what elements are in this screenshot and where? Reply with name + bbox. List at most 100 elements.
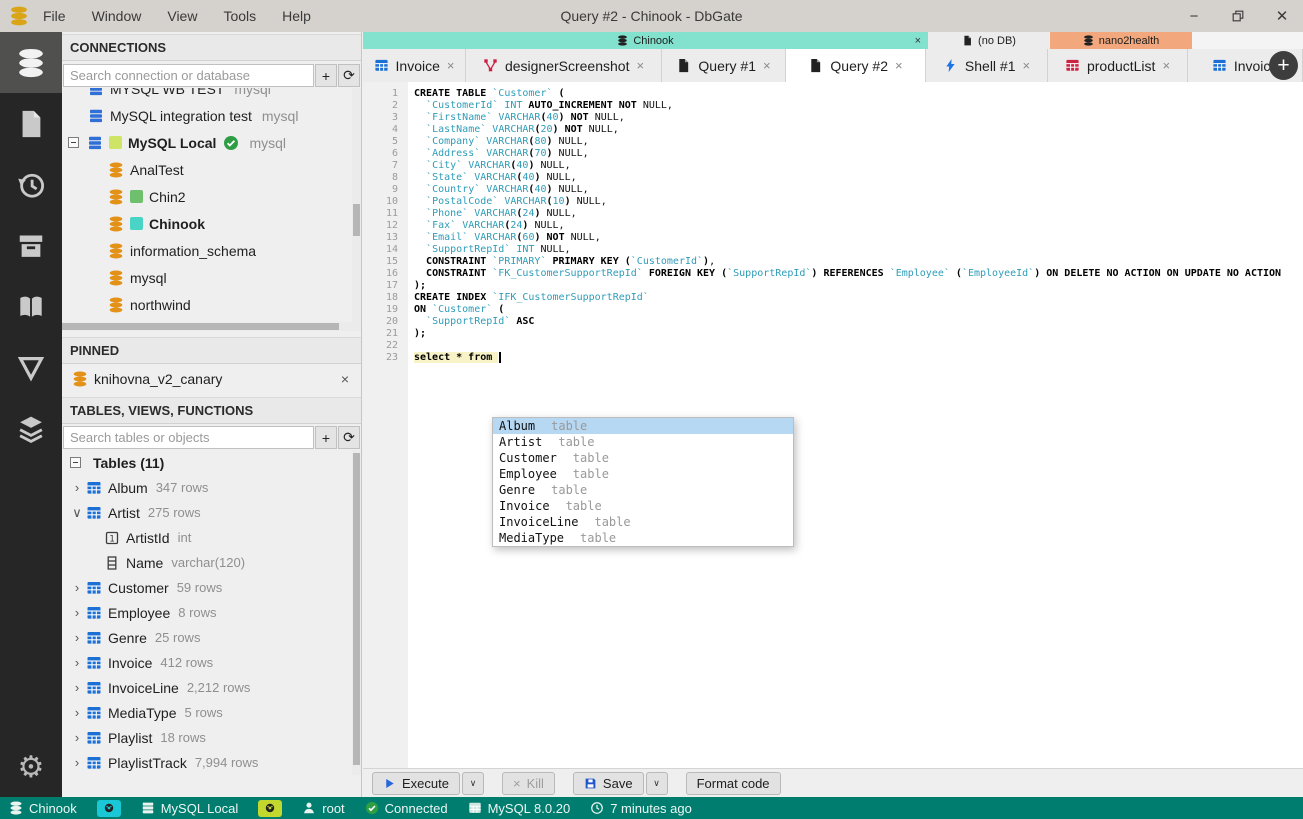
chevron-right-icon[interactable]: › — [70, 655, 84, 670]
connection-color-swatch[interactable] — [258, 799, 283, 817]
menu-view[interactable]: View — [167, 8, 197, 24]
connections-vscrollbar[interactable] — [352, 88, 361, 331]
current-database[interactable]: Chinook — [9, 801, 77, 816]
autocomplete-item[interactable]: InvoiceLine table — [493, 514, 793, 530]
close-tab-icon[interactable]: × — [895, 58, 903, 73]
archive-icon[interactable] — [0, 215, 62, 276]
autocomplete-item[interactable]: Invoice table — [493, 498, 793, 514]
add-connection-button[interactable]: + — [315, 64, 337, 87]
chevron-right-icon[interactable]: › — [70, 630, 84, 645]
tables-vscrollbar[interactable] — [352, 450, 361, 775]
table-item[interactable]: › Customer 59 rows — [62, 575, 352, 600]
chevron-right-icon[interactable]: › — [70, 480, 84, 495]
tab-query-2[interactable]: Query #2 × — [786, 49, 926, 82]
close-tab-icon[interactable]: × — [1023, 58, 1031, 73]
minimize-icon[interactable]: − — [1183, 5, 1205, 27]
connection-item[interactable]: AnalTest — [62, 156, 352, 183]
connection-item[interactable]: mysql — [62, 264, 352, 291]
chevron-right-icon[interactable]: › — [70, 680, 84, 695]
table-item[interactable]: › Invoice 412 rows — [62, 650, 352, 675]
connection-item[interactable]: northwind — [62, 291, 352, 318]
chevron-right-icon[interactable]: › — [70, 705, 84, 720]
column-item[interactable]: Name varchar(120) — [62, 550, 352, 575]
tables-group-row[interactable]: Tables (11) — [62, 450, 352, 475]
refresh-tables-icon[interactable]: ⟳ — [338, 426, 360, 449]
table-item[interactable]: › InvoiceLine 2,212 rows — [62, 675, 352, 700]
tab-designerscreenshot[interactable]: designerScreenshot × — [466, 49, 662, 82]
connection-status[interactable]: Connected — [365, 801, 448, 816]
table-item[interactable]: ∨ Artist 275 rows — [62, 500, 352, 525]
refresh-connections-icon[interactable]: ⟳ — [338, 64, 360, 87]
last-activity[interactable]: 7 minutes ago — [590, 801, 692, 816]
close-icon[interactable]: ✕ — [1271, 5, 1293, 27]
chevron-right-icon[interactable]: › — [70, 730, 84, 745]
database-icon[interactable] — [0, 32, 62, 93]
dropdown-chevron-icon[interactable]: ∨ — [645, 771, 668, 795]
connections-search-input[interactable] — [63, 64, 314, 87]
connection-item[interactable]: information_schema — [62, 237, 352, 264]
execute-button[interactable]: Execute — [372, 771, 460, 795]
history-icon[interactable] — [0, 154, 62, 215]
close-tab-icon[interactable]: × — [447, 58, 455, 73]
gear-icon[interactable]: ⚙ — [0, 743, 62, 791]
save-button[interactable]: Save — [572, 771, 644, 795]
autocomplete-item[interactable]: Genre table — [493, 482, 793, 498]
connection-item[interactable]: MySQL Local mysql — [62, 129, 352, 156]
autocomplete-item[interactable]: Album table — [493, 418, 793, 434]
new-tab-button[interactable]: + — [1269, 51, 1298, 80]
table-item[interactable]: › PlaylistTrack 7,994 rows — [62, 750, 352, 775]
table-item[interactable]: › Employee 8 rows — [62, 600, 352, 625]
connections-hscrollbar[interactable] — [62, 322, 352, 331]
server-version[interactable]: MySQL 8.0.20 — [468, 801, 570, 816]
column-item[interactable]: 1 ArtistId int — [62, 525, 352, 550]
chevron-right-icon[interactable]: › — [70, 605, 84, 620]
sql-editor[interactable]: 1 2 3 4 5 6 7 8 9 10 11 12 13 14 15 16 17 18 19 20 21 22 23 CR… — [363, 82, 1303, 768]
file-icon[interactable] — [0, 93, 62, 154]
restore-icon[interactable] — [1227, 5, 1249, 27]
connection-item[interactable]: MySQL integration test mysql — [62, 102, 352, 129]
connection-item[interactable]: MYSQL WB TEST mysql — [62, 88, 352, 102]
close-group-icon[interactable]: × — [915, 35, 921, 47]
layers-icon[interactable] — [0, 398, 62, 459]
tab-query-1[interactable]: Query #1 × — [662, 49, 786, 82]
column-icon — [104, 555, 120, 571]
autocomplete-item[interactable]: Customer table — [493, 450, 793, 466]
table-item[interactable]: › Playlist 18 rows — [62, 725, 352, 750]
close-tab-icon[interactable]: × — [1162, 58, 1170, 73]
menu-window[interactable]: Window — [92, 8, 142, 24]
collapse-toggle-icon[interactable] — [70, 457, 81, 468]
pinned-item[interactable]: knihovna_v2_canary × — [62, 365, 361, 392]
menu-file[interactable]: File — [43, 8, 66, 24]
autocomplete-item[interactable]: Artist table — [493, 434, 793, 450]
current-connection[interactable]: MySQL Local — [141, 801, 238, 816]
tab-invoice[interactable]: Invoice × — [363, 49, 466, 82]
menu-help[interactable]: Help — [282, 8, 311, 24]
table-item[interactable]: › MediaType 5 rows — [62, 700, 352, 725]
line-number-gutter: 1 2 3 4 5 6 7 8 9 10 11 12 13 14 15 16 17 18 19 20 21 22 23 — [363, 82, 408, 768]
collapse-toggle-icon[interactable] — [68, 137, 79, 148]
funnel-icon[interactable] — [0, 337, 62, 398]
chevron-right-icon[interactable]: › — [70, 580, 84, 595]
dbgate-logo-icon — [9, 6, 29, 26]
chevron-right-icon[interactable]: › — [70, 755, 84, 770]
connection-item[interactable]: Chinook — [62, 210, 352, 237]
table-item[interactable]: › Genre 25 rows — [62, 625, 352, 650]
tab-productlist[interactable]: productList × — [1048, 49, 1188, 82]
chevron-down-icon[interactable]: ∨ — [70, 505, 84, 521]
tab-shell-1[interactable]: Shell #1 × — [926, 49, 1048, 82]
autocomplete-item[interactable]: MediaType table — [493, 530, 793, 546]
autocomplete-item[interactable]: Employee table — [493, 466, 793, 482]
connection-item[interactable]: Chin2 — [62, 183, 352, 210]
database-color-swatch[interactable] — [96, 799, 121, 817]
unpin-icon[interactable]: × — [341, 371, 349, 387]
current-user[interactable]: root — [302, 801, 345, 816]
book-icon[interactable] — [0, 276, 62, 337]
dropdown-chevron-icon[interactable]: ∨ — [461, 771, 484, 795]
close-tab-icon[interactable]: × — [763, 58, 771, 73]
format-code-button[interactable]: Format code — [685, 771, 781, 795]
tables-search-input[interactable] — [63, 426, 314, 449]
add-table-button[interactable]: + — [315, 426, 337, 449]
close-tab-icon[interactable]: × — [636, 58, 644, 73]
table-item[interactable]: › Album 347 rows — [62, 475, 352, 500]
menu-tools[interactable]: Tools — [223, 8, 256, 24]
